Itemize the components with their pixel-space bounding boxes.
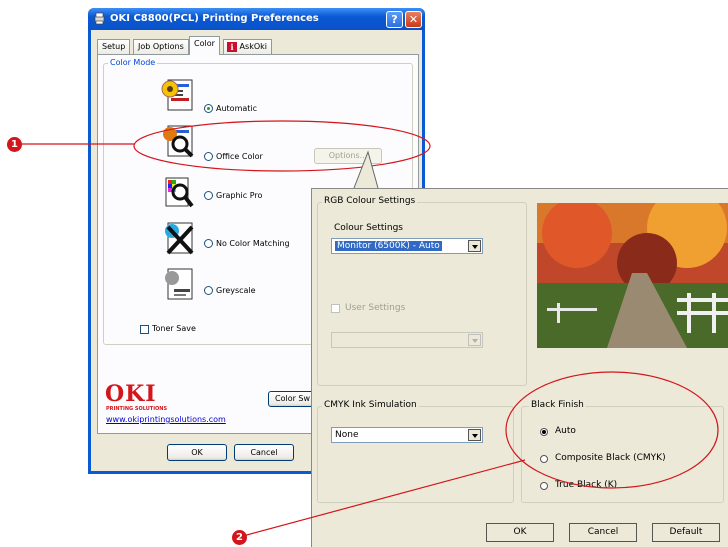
dialog-pointer <box>353 150 379 189</box>
callout-2-leader <box>242 459 526 537</box>
callout-1-badge: 1 <box>7 137 22 152</box>
annotation-overlay <box>22 120 719 537</box>
callout-2-ellipse <box>505 371 719 489</box>
callout-2-badge: 2 <box>232 530 247 545</box>
tab-color[interactable]: Color <box>189 36 220 55</box>
callout-1-ellipse <box>133 120 431 172</box>
